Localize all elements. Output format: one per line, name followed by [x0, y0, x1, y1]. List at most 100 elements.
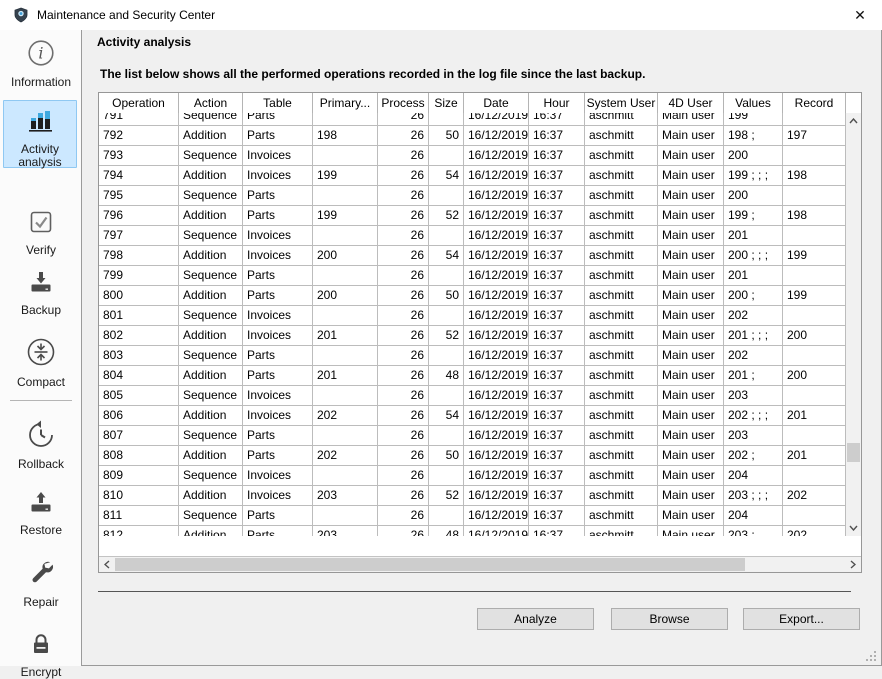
- cell: aschmitt: [585, 206, 658, 225]
- cell: 16:37: [529, 286, 585, 305]
- cell: [783, 146, 846, 165]
- cell: Parts: [243, 206, 313, 225]
- table-row[interactable]: 809SequenceInvoices2616/12/201916:37asch…: [99, 466, 846, 486]
- cell: 16:37: [529, 113, 585, 125]
- column-header-action[interactable]: Action: [179, 93, 243, 113]
- close-button[interactable]: ✕: [838, 0, 882, 30]
- table-row[interactable]: 806AdditionInvoices202265416/12/201916:3…: [99, 406, 846, 426]
- table-row[interactable]: 805SequenceInvoices2616/12/201916:37asch…: [99, 386, 846, 406]
- cell: 16:37: [529, 366, 585, 385]
- scroll-down-icon[interactable]: [846, 520, 861, 536]
- cell: aschmitt: [585, 306, 658, 325]
- table-row[interactable]: 798AdditionInvoices200265416/12/201916:3…: [99, 246, 846, 266]
- sidebar-item-repair[interactable]: Repair: [0, 558, 82, 609]
- cell: 26: [378, 526, 429, 536]
- export-button[interactable]: Export...: [743, 608, 860, 630]
- cell: 16/12/2019: [464, 506, 529, 525]
- column-header-primary-[interactable]: Primary...: [313, 93, 378, 113]
- table-row[interactable]: 807SequenceParts2616/12/201916:37aschmit…: [99, 426, 846, 446]
- cell: Main user: [658, 506, 724, 525]
- table-row[interactable]: 810AdditionInvoices203265216/12/201916:3…: [99, 486, 846, 506]
- table-row[interactable]: 802AdditionInvoices201265216/12/201916:3…: [99, 326, 846, 346]
- table-row[interactable]: 794AdditionInvoices199265416/12/201916:3…: [99, 166, 846, 186]
- cell: Sequence: [179, 226, 243, 245]
- sidebar-divider: [10, 400, 72, 401]
- horizontal-scrollbar[interactable]: [99, 556, 861, 572]
- sidebar-item-rollback[interactable]: Rollback: [0, 420, 82, 471]
- table-row[interactable]: 792AdditionParts198265016/12/201916:37as…: [99, 126, 846, 146]
- cell: 16:37: [529, 126, 585, 145]
- column-header-date[interactable]: Date: [464, 93, 529, 113]
- column-header-process[interactable]: Process: [378, 93, 429, 113]
- vertical-scrollbar[interactable]: [846, 113, 861, 536]
- cell: aschmitt: [585, 246, 658, 265]
- cell: 26: [378, 226, 429, 245]
- cell: Main user: [658, 486, 724, 505]
- cell: aschmitt: [585, 146, 658, 165]
- vertical-scroll-thumb[interactable]: [847, 443, 860, 462]
- cell: Parts: [243, 266, 313, 285]
- maintenance-security-center-window: { "window": { "title": "Maintenance and …: [0, 0, 882, 666]
- column-header-hour[interactable]: Hour: [529, 93, 585, 113]
- cell: Sequence: [179, 266, 243, 285]
- cell: 16/12/2019: [464, 426, 529, 445]
- table-row[interactable]: 799SequenceParts2616/12/201916:37aschmit…: [99, 266, 846, 286]
- cell: Invoices: [243, 306, 313, 325]
- table-row[interactable]: 804AdditionParts201264816/12/201916:37as…: [99, 366, 846, 386]
- cell: Sequence: [179, 146, 243, 165]
- cell: [783, 386, 846, 405]
- scroll-right-icon[interactable]: [845, 557, 861, 572]
- browse-button[interactable]: Browse: [611, 608, 728, 630]
- table-row[interactable]: 800AdditionParts200265016/12/201916:37as…: [99, 286, 846, 306]
- analyze-button[interactable]: Analyze: [477, 608, 594, 630]
- compact-icon: [25, 336, 57, 368]
- table-row[interactable]: 791SequenceParts2616/12/201916:37aschmit…: [99, 113, 846, 126]
- sidebar-item-backup[interactable]: Backup: [0, 268, 82, 317]
- table-row[interactable]: 812AdditionParts203264816/12/201916:37as…: [99, 526, 846, 536]
- sidebar-item-verify[interactable]: Verify: [0, 208, 82, 257]
- table-row[interactable]: 811SequenceParts2616/12/201916:37aschmit…: [99, 506, 846, 526]
- sidebar-item-restore[interactable]: Restore: [0, 488, 82, 537]
- column-header-4d-user[interactable]: 4D User: [658, 93, 724, 113]
- column-header-values[interactable]: Values: [724, 93, 783, 113]
- column-header-record[interactable]: Record: [783, 93, 846, 113]
- column-header-operation[interactable]: Operation: [99, 93, 179, 113]
- cell: [783, 306, 846, 325]
- sidebar-item-label: Encrypt: [0, 666, 82, 679]
- cell: 203: [313, 486, 378, 505]
- cell: Invoices: [243, 146, 313, 165]
- cell: 26: [378, 146, 429, 165]
- cell: 16/12/2019: [464, 326, 529, 345]
- table-row[interactable]: 803SequenceParts2616/12/201916:37aschmit…: [99, 346, 846, 366]
- horizontal-scroll-thumb[interactable]: [115, 558, 745, 571]
- table-row[interactable]: 793SequenceInvoices2616/12/201916:37asch…: [99, 146, 846, 166]
- cell: 26: [378, 366, 429, 385]
- cell: [429, 226, 464, 245]
- cell: 16/12/2019: [464, 306, 529, 325]
- table-row[interactable]: 795SequenceParts2616/12/201916:37aschmit…: [99, 186, 846, 206]
- scroll-left-icon[interactable]: [99, 557, 115, 572]
- sidebar-item-label: Rollback: [0, 458, 82, 471]
- cell: 793: [99, 146, 179, 165]
- column-header-system-user[interactable]: System User: [585, 93, 658, 113]
- cell: Main user: [658, 126, 724, 145]
- sidebar-item-activity-analysis[interactable]: Activity analysis: [3, 100, 77, 168]
- cell: Invoices: [243, 326, 313, 345]
- table-row[interactable]: 796AdditionParts199265216/12/201916:37as…: [99, 206, 846, 226]
- column-header-table[interactable]: Table: [243, 93, 313, 113]
- cell: Parts: [243, 526, 313, 536]
- sidebar-item-information[interactable]: i Information: [0, 38, 82, 89]
- table-row[interactable]: 797SequenceInvoices2616/12/201916:37asch…: [99, 226, 846, 246]
- cell: 201: [313, 326, 378, 345]
- cell: [313, 506, 378, 525]
- cell: 808: [99, 446, 179, 465]
- cell: 16/12/2019: [464, 466, 529, 485]
- resize-grip[interactable]: [866, 651, 877, 662]
- scroll-up-icon[interactable]: [846, 113, 861, 129]
- sidebar-item-compact[interactable]: Compact: [0, 336, 82, 389]
- table-row[interactable]: 808AdditionParts202265016/12/201916:37as…: [99, 446, 846, 466]
- cell: 204: [724, 506, 783, 525]
- sidebar-item-encrypt[interactable]: Encrypt: [0, 630, 82, 679]
- table-row[interactable]: 801SequenceInvoices2616/12/201916:37asch…: [99, 306, 846, 326]
- column-header-size[interactable]: Size: [429, 93, 464, 113]
